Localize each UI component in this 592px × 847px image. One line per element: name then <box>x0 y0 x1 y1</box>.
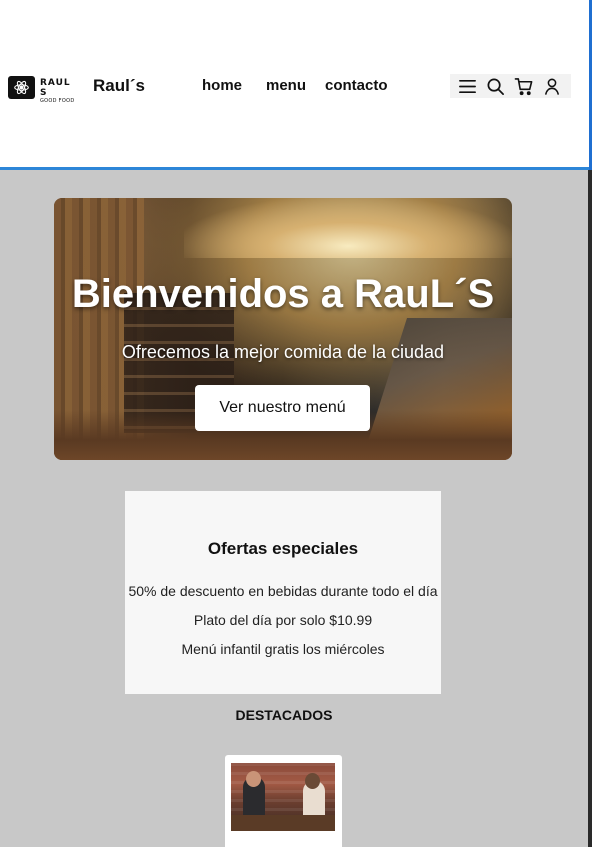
brand-name[interactable]: Raul´s <box>93 76 145 96</box>
window-edge-dark <box>588 170 592 847</box>
logo-line1: RAUL S <box>40 78 71 98</box>
offers-title: Ofertas especiales <box>207 539 359 558</box>
nav-home[interactable]: home <box>202 77 242 94</box>
featured-card[interactable] <box>225 755 342 847</box>
offer-item: Menú infantil gratis los miércoles <box>181 641 385 657</box>
special-offers-card: Ofertas especiales 50% de descuento en b… <box>125 491 441 694</box>
offer-item: Plato del día por solo $10.99 <box>193 612 373 628</box>
featured-title: DESTACADOS <box>235 707 333 723</box>
user-icon[interactable] <box>543 77 561 96</box>
nav-contacto[interactable]: contacto <box>325 77 388 94</box>
header-icon-bar <box>450 74 571 98</box>
hero-title: Bienvenidos a RauL´S <box>71 272 495 316</box>
hero-image-ceiling <box>184 198 512 258</box>
site-header: RAUL S GOOD FOOD Raul´s home menu contac… <box>0 0 589 170</box>
cart-icon[interactable] <box>514 77 534 96</box>
logo-wordmark: RAUL S GOOD FOOD <box>40 78 80 105</box>
search-icon[interactable] <box>486 77 505 96</box>
hero-subtitle: Ofrecemos la mejor comida de la ciudad <box>121 342 445 362</box>
logo-line2: GOOD FOOD <box>40 98 75 104</box>
nav-menu[interactable]: menu <box>266 77 306 94</box>
hero-banner: Bienvenidos a RauL´S Ofrecemos la mejor … <box>54 198 512 460</box>
offer-item: 50% de descuento en bebidas durante todo… <box>128 583 438 599</box>
featured-card-image <box>231 763 335 831</box>
view-menu-button[interactable]: Ver nuestro menú <box>195 385 370 431</box>
logo-icon[interactable] <box>8 76 35 99</box>
menu-icon[interactable] <box>458 77 477 96</box>
